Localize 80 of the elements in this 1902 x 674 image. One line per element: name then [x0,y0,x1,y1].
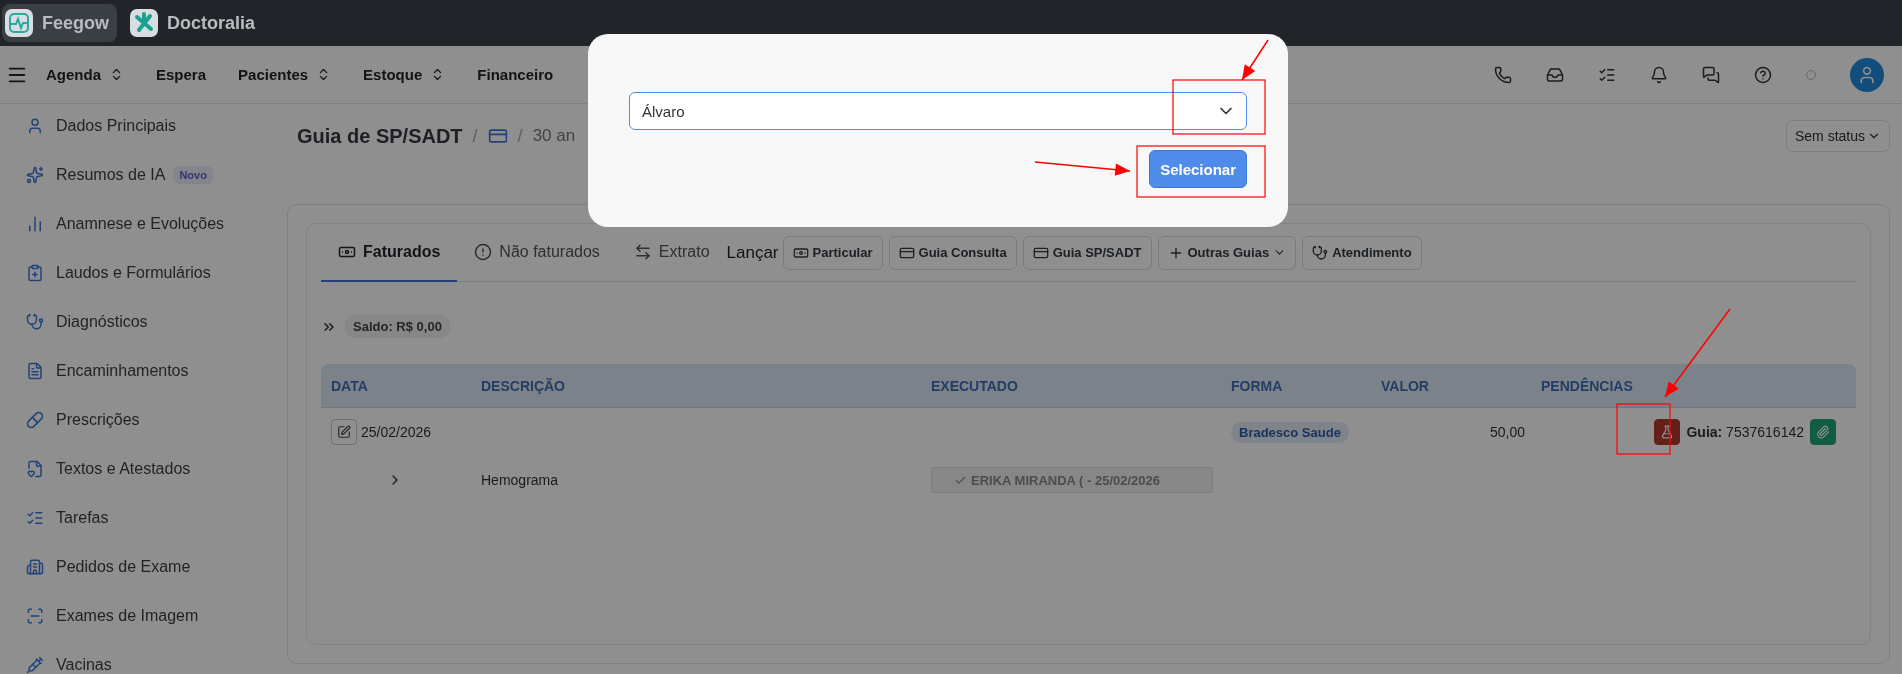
breadcrumb-separator: / [472,125,478,147]
executed-badge: ERIKA MIRANDA ( - 25/02/2026 [931,467,1213,493]
guide-number: Guia: 7537616142 [1686,424,1804,440]
nav-item[interactable]: Pacientes [238,66,332,83]
select-button[interactable]: Selecionar [1149,150,1247,188]
date-cell: 25/02/2026 [321,419,471,445]
sidebar-item[interactable]: Vacinas [26,651,287,674]
launch-button[interactable]: Atendimento [1302,235,1422,270]
avatar[interactable] [1850,57,1884,92]
page-title: Guia de SP/SADT [297,124,463,148]
phone-icon[interactable] [1494,65,1512,84]
nav-item[interactable]: Financeiro [477,66,554,83]
nav-item[interactable]: Espera [156,66,207,83]
bell-icon[interactable] [1650,65,1668,84]
edit-button[interactable] [331,419,357,445]
sidebar-item[interactable]: Pedidos de Exame [26,553,287,580]
launch-button[interactable]: Particular [782,235,883,270]
value-cell-text: 50,00 [1488,424,1526,440]
bar-chart-icon [26,214,44,233]
column-header: VALOR [1380,377,1430,394]
launch-label: Lançar [726,242,779,263]
sidebar-item[interactable]: Diagnósticos [26,308,287,335]
breadcrumb-separator: / [517,125,523,147]
nav-item[interactable]: Agenda [46,66,124,83]
alert-icon [474,243,493,261]
highlight-box [1616,403,1671,455]
sidebar-item[interactable]: Anamnese e Evoluções [26,210,287,237]
description-cell-text: Hemograma [480,472,560,488]
column-header: DESCRIÇÃO [480,377,566,394]
sidebar-item[interactable]: Tarefas [26,504,287,531]
chat-icon[interactable] [1702,65,1720,84]
breadcrumb[interactable]: 30 an [532,126,576,146]
column-header: FORMA [1230,377,1284,394]
tab[interactable]: Faturados [321,224,458,282]
nav-item[interactable]: Estoque [363,66,446,83]
launch-button[interactable]: Guia SP/SADT [1022,235,1152,270]
status-dropdown[interactable]: Sem status [1785,120,1890,152]
user-icon [1857,64,1877,85]
column-header: EXECUTADO [930,377,1019,394]
column-header: PENDÊNCIAS [1540,377,1634,394]
new-badge: Novo [173,165,213,184]
launch-button[interactable]: Guia Consulta [888,235,1017,270]
app-tab[interactable]: Doctoralia [127,4,264,42]
edit-icon [337,425,351,439]
sidebar-item[interactable]: Resumos de IA Novo [26,161,287,188]
stethoscope-icon [26,312,44,331]
select-field[interactable]: Álvaro [629,92,1247,130]
tab[interactable]: Extrato [616,224,727,282]
column-header: DATA [330,377,369,394]
flask-icon [1660,425,1675,439]
document-icon [26,459,44,478]
payment-badge: Bradesco Saude [1231,421,1349,443]
balance-badge: Saldo: R$ 0,00 [345,315,450,338]
logo-icon [4,8,34,38]
sidebar-item[interactable]: Textos e Atestados [26,455,287,482]
clipboard-icon [26,263,44,282]
sidebar-item[interactable]: Laudos e Formulários [26,259,287,286]
syringe-icon [26,655,44,674]
card-icon[interactable] [487,126,508,146]
logo-icon [129,8,159,38]
launch-button[interactable]: Outras Guias [1157,235,1297,270]
stethoscope-icon [1312,244,1329,261]
sparkles-icon [26,165,44,184]
scan-icon [26,606,44,625]
sidebar-item[interactable]: Dados Principais [26,112,287,139]
document-icon [26,361,44,380]
sidebar-item[interactable]: Exames de Imagem [26,602,287,629]
help-icon[interactable] [1754,65,1772,84]
building-icon [26,557,44,576]
lab-button[interactable] [1654,419,1681,445]
annotation-arrow [1241,39,1269,81]
user-icon [26,116,44,135]
sidebar-item[interactable]: Encaminhamentos [26,357,287,384]
inbox-icon[interactable] [1546,65,1564,84]
app-tab[interactable]: Feegow [2,4,117,42]
pill-icon [26,410,44,429]
arrows-icon [633,243,652,261]
sidebar-item[interactable]: Prescrições [26,406,287,433]
paperclip-icon [1816,425,1830,439]
tab[interactable]: Não faturados [457,224,617,282]
